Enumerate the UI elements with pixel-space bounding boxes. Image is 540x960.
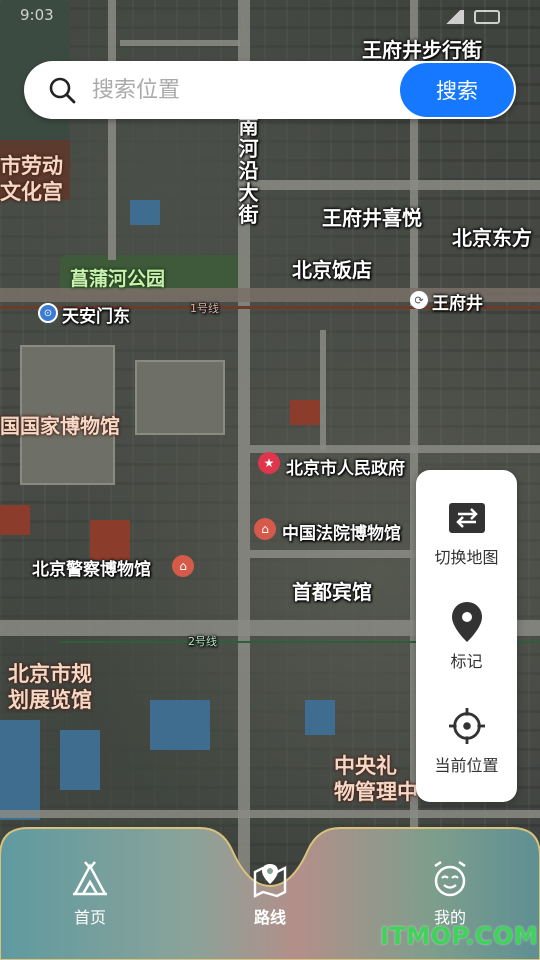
map-label-wangfujing-station[interactable]: 王府井 bbox=[432, 289, 483, 314]
museum-pin-icon[interactable]: ⌂ bbox=[172, 555, 194, 577]
map-label-laborer-palace-2[interactable]: 文化宫 bbox=[0, 176, 63, 206]
smiley-alarm-icon bbox=[434, 860, 466, 897]
search-icon bbox=[49, 77, 76, 104]
map-label-beijing-dongfang[interactable]: 北京东方 bbox=[452, 222, 532, 251]
tent-icon bbox=[73, 861, 107, 896]
mark-label: 标记 bbox=[450, 652, 483, 671]
map-label-changpu-park[interactable]: 菖蒲河公园 bbox=[70, 264, 165, 291]
search-button[interactable]: 搜索 bbox=[400, 63, 514, 117]
map-tool-panel: 切换地图 标记 当前位置 bbox=[416, 470, 517, 802]
watermark-text: ITMOP.COM bbox=[380, 922, 539, 950]
map-label-planning-hall-2[interactable]: 划展览馆 bbox=[8, 684, 92, 714]
metro-line-1-label: 1号线 bbox=[190, 302, 219, 315]
metro-station-icon[interactable]: ⊙ bbox=[38, 303, 58, 323]
map-label-capital-hotel[interactable]: 首都宾馆 bbox=[292, 576, 372, 605]
switch-map-button[interactable]: 切换地图 bbox=[416, 470, 517, 570]
status-bar: 9:03 bbox=[20, 6, 500, 30]
map-label-wangfujing-xiyue[interactable]: 王府井喜悦 bbox=[322, 202, 422, 231]
nav-mine[interactable]: 我的 bbox=[410, 860, 490, 928]
government-pin-icon[interactable]: ★ bbox=[258, 452, 280, 474]
map-label-wangfujing-street[interactable]: 王府井步行街 bbox=[362, 34, 482, 63]
nav-home-label: 首页 bbox=[73, 908, 106, 927]
switch-map-icon bbox=[448, 500, 485, 536]
map-label-police-museum[interactable]: 北京警察博物馆 bbox=[32, 555, 151, 580]
current-location-button[interactable]: 当前位置 bbox=[416, 678, 517, 778]
map-label-beijing-hotel[interactable]: 北京饭店 bbox=[292, 254, 372, 283]
metro-station-icon[interactable]: ⟳ bbox=[410, 291, 428, 309]
metro-line-2-label: 2号线 bbox=[188, 635, 217, 648]
search-input[interactable] bbox=[92, 71, 412, 109]
map-label-tiananmen-east[interactable]: 天安门东 bbox=[62, 302, 130, 327]
nav-home[interactable]: 首页 bbox=[50, 860, 130, 928]
map-label-zhongyang-2[interactable]: 物管理中 bbox=[334, 776, 418, 806]
current-location-label: 当前位置 bbox=[434, 756, 499, 775]
map-label-court-museum[interactable]: 中国法院博物馆 bbox=[282, 519, 401, 544]
status-time: 9:03 bbox=[20, 6, 54, 24]
map-label-municipal-government[interactable]: 北京市人民政府 bbox=[286, 454, 405, 479]
crosshair-icon bbox=[448, 708, 485, 744]
search-bar: 搜索 bbox=[24, 61, 516, 119]
battery-icon bbox=[474, 10, 500, 24]
museum-pin-icon[interactable]: ⌂ bbox=[254, 518, 276, 540]
route-map-icon bbox=[253, 864, 287, 898]
signal-icon bbox=[442, 10, 464, 24]
mark-button[interactable]: 标记 bbox=[416, 574, 517, 674]
nav-route-label: 路线 bbox=[253, 908, 286, 927]
map-label-nanheyan-street[interactable]: 南河沿大街 bbox=[233, 116, 262, 226]
location-pin-icon bbox=[449, 602, 485, 642]
map-label-national-museum[interactable]: 国国家博物馆 bbox=[0, 410, 120, 439]
switch-map-label: 切换地图 bbox=[434, 548, 499, 567]
nav-route[interactable]: 路线 bbox=[230, 860, 310, 928]
